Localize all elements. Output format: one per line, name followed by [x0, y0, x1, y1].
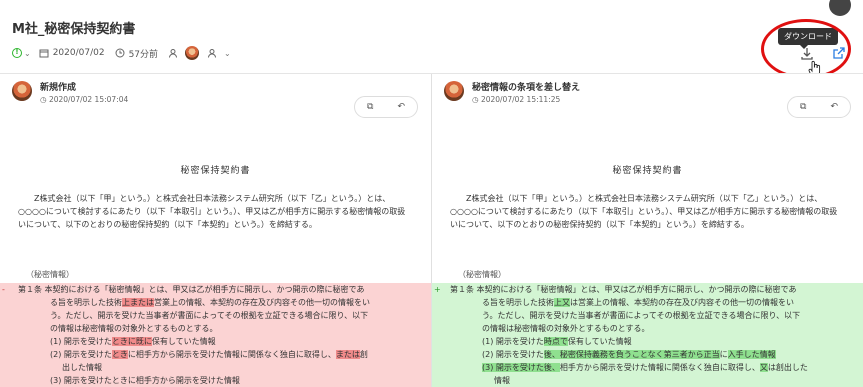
diff-line: (1) 開示を受けたときに既に保有していた情報	[50, 337, 216, 346]
owner-avatar[interactable]	[185, 46, 200, 60]
page-title: M社_秘密保持契約書	[12, 22, 136, 37]
diff-line: の情報は秘密情報の対象外とするものとする。	[50, 324, 218, 333]
section-label: （秘密情報）	[26, 270, 74, 279]
diff-line: う。ただし、開示を受けた当事者が書面によってその根拠を立証できる場合に限り、以下	[50, 311, 369, 320]
diff-line: (2) 開示を受けた後、秘密保持義務を負うことなく第三者から正当に入手した情報	[482, 350, 776, 359]
diff-line: (3) 開示を受けた後、相手方から開示を受けた情報に関係なく独自に取得し、又は創…	[482, 363, 808, 372]
contract-heading: 秘密保持契約書	[180, 166, 251, 176]
document-header: M社_秘密保持契約書 ! ⌄ 2020/07/02 57分前 ⌄ ダウンロード	[0, 0, 863, 79]
elapsed-time: 57分前	[128, 49, 159, 60]
added-marker: +	[434, 285, 441, 294]
contract-heading: 秘密保持契約書	[612, 166, 683, 176]
highlight-annotation	[761, 19, 851, 79]
diff-removed-block: - 第１条 本契約における「秘密情報」とは、甲又は乙が相手方に開示し、かつ開示の際…	[0, 283, 431, 387]
notification-icon[interactable]	[829, 0, 851, 16]
diff-line: (1) 開示を受けた時点で保有していた情報	[482, 337, 632, 346]
chevron-down-icon[interactable]: ⌄	[224, 49, 231, 58]
version-date: ◷ 2020/07/02 15:07:04	[40, 95, 129, 104]
version-pane-left: 新規作成 ◷ 2020/07/02 15:07:04 ⧉ ↶ 秘密保持契約書 Z…	[0, 74, 431, 387]
version-date: ◷ 2020/07/02 15:11:25	[472, 95, 561, 104]
author-avatar	[444, 81, 464, 101]
diff-line: - 第１条 本契約における「秘密情報」とは、甲又は乙が相手方に開示し、かつ開示の際…	[2, 285, 365, 294]
user-icon	[169, 49, 178, 58]
members-icon[interactable]	[208, 48, 218, 58]
document-meta: ! ⌄ 2020/07/02 57分前 ⌄	[12, 46, 239, 60]
diff-line: る旨を明示した技術上又は営業上の情報、本契約の存在及び内容その他一切の情報をい	[482, 298, 794, 307]
undo-icon[interactable]: ↶	[830, 102, 838, 112]
diff-line: 出した情報	[62, 363, 102, 372]
section-label: （秘密情報）	[458, 270, 506, 279]
version-pane-right: 秘密情報の条項を差し替え ◷ 2020/07/02 15:11:25 ⧉ ↶ 秘…	[432, 74, 863, 387]
status-icon[interactable]: !	[12, 48, 22, 58]
diff-line: う。ただし、開示を受けた当事者が書面によってその根拠を立証できる場合に限り、以下	[482, 311, 801, 320]
diff-line: (3) 開示を受けたときに相手方から開示を受けた情報	[50, 376, 240, 385]
diff-line: + 第１条 本契約における「秘密情報」とは、甲又は乙が相手方に開示し、かつ開示の際…	[434, 285, 797, 294]
diff-line: 情報	[494, 376, 510, 385]
removed-marker: -	[2, 285, 5, 294]
clock-icon	[115, 48, 125, 58]
version-title: 秘密情報の条項を差し替え	[472, 83, 581, 93]
diff-line: る旨を明示した技術上または営業上の情報、本契約の存在及び内容その他一切の情報をい	[50, 298, 370, 307]
version-title: 新規作成	[40, 83, 77, 93]
diff-added-block: + 第１条 本契約における「秘密情報」とは、甲又は乙が相手方に開示し、かつ開示の際…	[432, 283, 863, 387]
diff-line: の情報は秘密情報の対象外とするものとする。	[482, 324, 650, 333]
document-date: 2020/07/02	[52, 48, 105, 58]
pane-actions: ⧉ ↶	[787, 96, 851, 118]
compare-icon[interactable]: ⧉	[800, 102, 806, 112]
diff-line: (2) 開示を受けたときに相手方から開示を受けた情報に関係なく独自に取得し、また…	[50, 350, 368, 359]
calendar-icon	[39, 49, 49, 58]
contract-preamble: Z株式会社（以下「甲」という。）と株式会社日本法務システム研究所（以下「乙」とい…	[450, 194, 838, 229]
compare-icon[interactable]: ⧉	[367, 102, 373, 112]
contract-preamble: Z株式会社（以下「甲」という。）と株式会社日本法務システム研究所（以下「乙」とい…	[18, 194, 406, 229]
chevron-down-icon[interactable]: ⌄	[24, 49, 31, 58]
pane-actions: ⧉ ↶	[354, 96, 418, 118]
author-avatar	[12, 81, 32, 101]
undo-icon[interactable]: ↶	[397, 102, 405, 112]
